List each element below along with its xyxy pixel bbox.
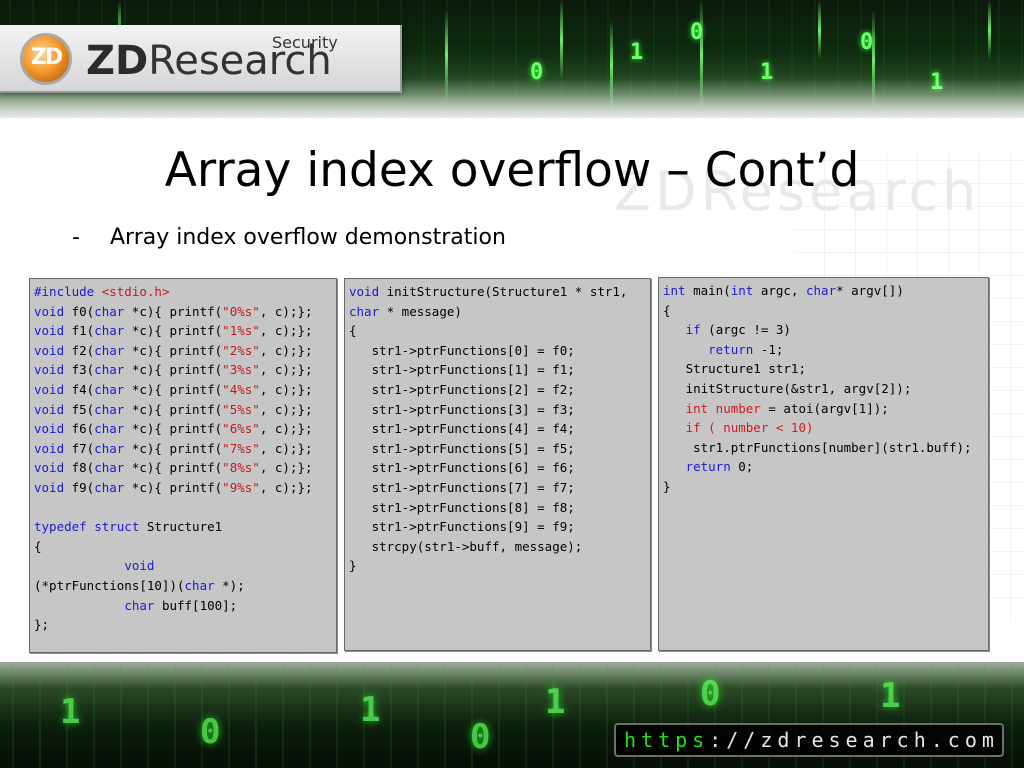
bullet-item: - Array index overflow demonstration — [72, 225, 506, 250]
code-line: str1->ptrFunctions[8] = f8; — [349, 499, 575, 515]
code-line: str1->ptrFunctions[6] = f6; — [349, 460, 575, 476]
code-line: { — [34, 538, 42, 554]
code-line: char buff[100]; — [124, 597, 238, 613]
code-line: int number = atoi(argv[1]); — [685, 400, 889, 416]
code-line: { — [663, 302, 671, 318]
code-line: typedef struct Structure1 — [34, 519, 223, 535]
bullet-marker: - — [72, 225, 80, 250]
logo-wordmark-prefix: ZD — [86, 38, 149, 84]
code-line: void f8(char *c){ printf("8%s", c);}; — [34, 460, 313, 476]
code-box-functions: #include <stdio.h> void f0(char *c){ prin… — [29, 278, 337, 653]
code-line: void f4(char *c){ printf("4%s", c);}; — [34, 381, 313, 397]
code-line: return 0; — [685, 459, 754, 475]
matrix-glyph: 0 — [700, 674, 721, 714]
code-line: }; — [34, 617, 50, 633]
matrix-glyph: 1 — [360, 690, 381, 730]
code-line: void f6(char *c){ printf("6%s", c);}; — [34, 421, 313, 437]
url-scheme: https — [624, 728, 710, 752]
matrix-glyph: 1 — [880, 676, 901, 716]
code-line: str1.ptrFunctions[number](str1.buff); — [663, 439, 972, 455]
code-line: void f3(char *c){ printf("3%s", c);}; — [34, 362, 313, 378]
website-url[interactable]: https://zdresearch.com — [614, 723, 1004, 757]
matrix-glyph: 0 — [200, 712, 221, 752]
code-line: void f2(char *c){ printf("2%s", c);}; — [34, 342, 313, 358]
code-box-main: int main(int argc, char* argv[]) { if (ar… — [658, 277, 989, 651]
matrix-glyph: 1 — [545, 682, 566, 722]
matrix-streak — [560, 0, 563, 80]
company-logo[interactable]: ZD ZDResearch Security — [0, 25, 402, 93]
code-line: strcpy(str1->buff, message); — [349, 538, 583, 554]
code-line: Structure1 str1; — [663, 361, 806, 377]
matrix-glyph: 0 — [860, 30, 874, 55]
code-line: initStructure(&str1, argv[2]); — [663, 380, 912, 396]
code-line: void f9(char *c){ printf("9%s", c);}; — [34, 479, 313, 495]
logo-mark-text: ZD — [30, 45, 63, 70]
code-line: str1->ptrFunctions[5] = f5; — [349, 440, 575, 456]
slide-title: Array index overflow – Cont’d — [164, 143, 860, 198]
code-line: void f7(char *c){ printf("7%s", c);}; — [34, 440, 313, 456]
code-line: str1->ptrFunctions[0] = f0; — [349, 342, 575, 358]
matrix-glyph: 0 — [470, 717, 491, 757]
code-line: str1->ptrFunctions[9] = f9; — [349, 519, 575, 535]
url-text[interactable]: https://zdresearch.com — [624, 728, 999, 752]
code-line: str1->ptrFunctions[7] = f7; — [349, 479, 575, 495]
code-line: str1->ptrFunctions[2] = f2; — [349, 381, 575, 397]
matrix-glyph: 1 — [60, 692, 81, 732]
matrix-streak — [988, 0, 991, 60]
logo-mark: ZD — [20, 33, 72, 85]
code-line: void f0(char *c){ printf("0%s", c);}; — [34, 303, 313, 319]
code-line: void initStructure(Structure1 * str1, — [349, 284, 628, 299]
code-line: if (argc != 3) — [685, 322, 791, 338]
code-line: (*ptrFunctions[10])(char *); — [34, 577, 245, 593]
bullet-text: Array index overflow demonstration — [110, 225, 506, 250]
logo-tagline: Security — [272, 33, 338, 52]
code-line: } — [349, 558, 357, 574]
matrix-glyph: 0 — [690, 20, 704, 45]
code-line: str1->ptrFunctions[3] = f3; — [349, 401, 575, 417]
code-line: void f1(char *c){ printf("1%s", c);}; — [34, 323, 313, 339]
matrix-streak — [818, 0, 821, 60]
code-line: str1->ptrFunctions[4] = f4; — [349, 421, 575, 437]
code-line: void f5(char *c){ printf("5%s", c);}; — [34, 401, 313, 417]
footer-banner: 1 0 1 0 1 0 1 https://zdresearch.com — [0, 662, 1024, 768]
url-domain: ://zdresearch.com — [709, 728, 999, 752]
code-line: return -1; — [708, 341, 784, 357]
code-line: #include <stdio.h> — [34, 284, 170, 299]
code-line: if ( number < 10) — [685, 420, 814, 436]
matrix-glyph: 1 — [630, 40, 644, 65]
header-banner: 1 0 1 0 1 0 ZD ZDResearch Security — [0, 0, 1024, 118]
code-line: int main(int argc, char* argv[]) — [663, 283, 904, 298]
code-line: } — [663, 478, 671, 494]
code-line: { — [349, 323, 357, 339]
code-line: str1->ptrFunctions[1] = f1; — [349, 362, 575, 378]
code-line: void — [124, 558, 155, 574]
code-line: char * message) — [349, 303, 462, 319]
code-box-init-structure: void initStructure(Structure1 * str1, cha… — [344, 278, 651, 651]
